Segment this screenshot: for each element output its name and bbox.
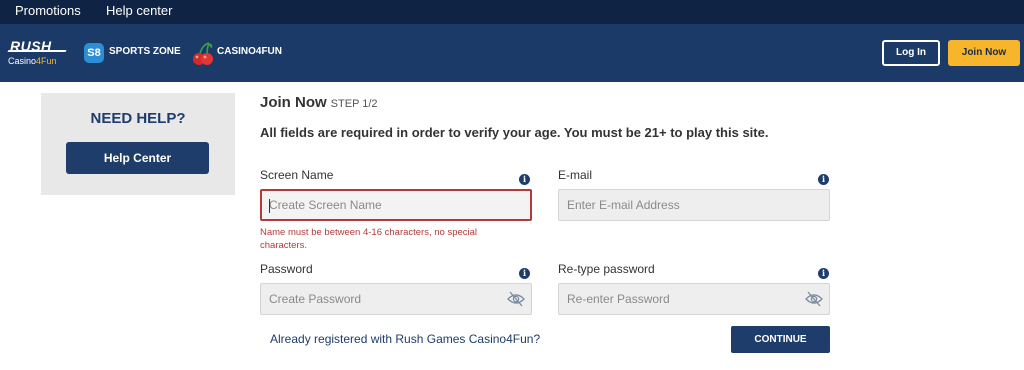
casino4fun-logo-text: Casino4Fun bbox=[8, 56, 57, 66]
already-registered-link[interactable]: Already registered with Rush Games Casin… bbox=[270, 332, 540, 346]
age-notice: All fields are required in order to veri… bbox=[260, 125, 769, 140]
screen-name-info-icon[interactable]: i bbox=[519, 174, 530, 185]
rush-logo[interactable]: RUSH Casino4Fun bbox=[7, 38, 68, 70]
password-input[interactable] bbox=[261, 284, 531, 314]
retype-password-label: Re-type password bbox=[558, 262, 655, 276]
promotions-link[interactable]: Promotions bbox=[15, 3, 81, 18]
continue-button[interactable]: CONTINUE bbox=[731, 326, 830, 353]
help-center-link[interactable]: Help center bbox=[106, 3, 172, 18]
need-help-panel: NEED HELP? Help Center bbox=[41, 93, 235, 195]
rush-logo-swoosh bbox=[7, 50, 67, 52]
login-button[interactable]: Log In bbox=[882, 40, 940, 66]
text-caret bbox=[269, 199, 270, 213]
casino4fun-link[interactable]: CASINO4FUN bbox=[217, 46, 282, 57]
password-info-icon[interactable]: i bbox=[519, 268, 530, 279]
eye-off-icon[interactable] bbox=[507, 291, 525, 307]
screen-name-field bbox=[260, 189, 532, 221]
join-now-title: Join Now bbox=[260, 94, 327, 111]
eye-off-icon[interactable] bbox=[805, 291, 823, 307]
screen-name-input[interactable] bbox=[262, 191, 530, 219]
retype-password-input[interactable] bbox=[559, 284, 829, 314]
top-bar: Promotions Help center bbox=[0, 0, 1024, 24]
email-info-icon[interactable]: i bbox=[818, 174, 829, 185]
email-label: E-mail bbox=[558, 168, 593, 182]
email-input[interactable] bbox=[559, 190, 829, 220]
cherry-icon bbox=[193, 42, 213, 65]
help-center-button[interactable]: Help Center bbox=[66, 142, 209, 174]
password-field bbox=[260, 283, 532, 315]
email-field bbox=[558, 189, 830, 221]
sports-zone-icon: S8 bbox=[84, 43, 104, 63]
need-help-title: NEED HELP? bbox=[90, 110, 186, 127]
page-title: Join Now STEP 1/2 bbox=[260, 94, 378, 111]
retype-password-field bbox=[558, 283, 830, 315]
screen-name-error: Name must be between 4-16 characters, no… bbox=[260, 227, 478, 251]
retype-password-info-icon[interactable]: i bbox=[818, 268, 829, 279]
password-label: Password bbox=[260, 262, 313, 276]
join-now-button[interactable]: Join Now bbox=[948, 40, 1020, 66]
screen-name-label: Screen Name bbox=[260, 168, 334, 182]
step-indicator: STEP 1/2 bbox=[330, 98, 378, 110]
sports-zone-link[interactable]: SPORTS ZONE bbox=[109, 46, 181, 57]
